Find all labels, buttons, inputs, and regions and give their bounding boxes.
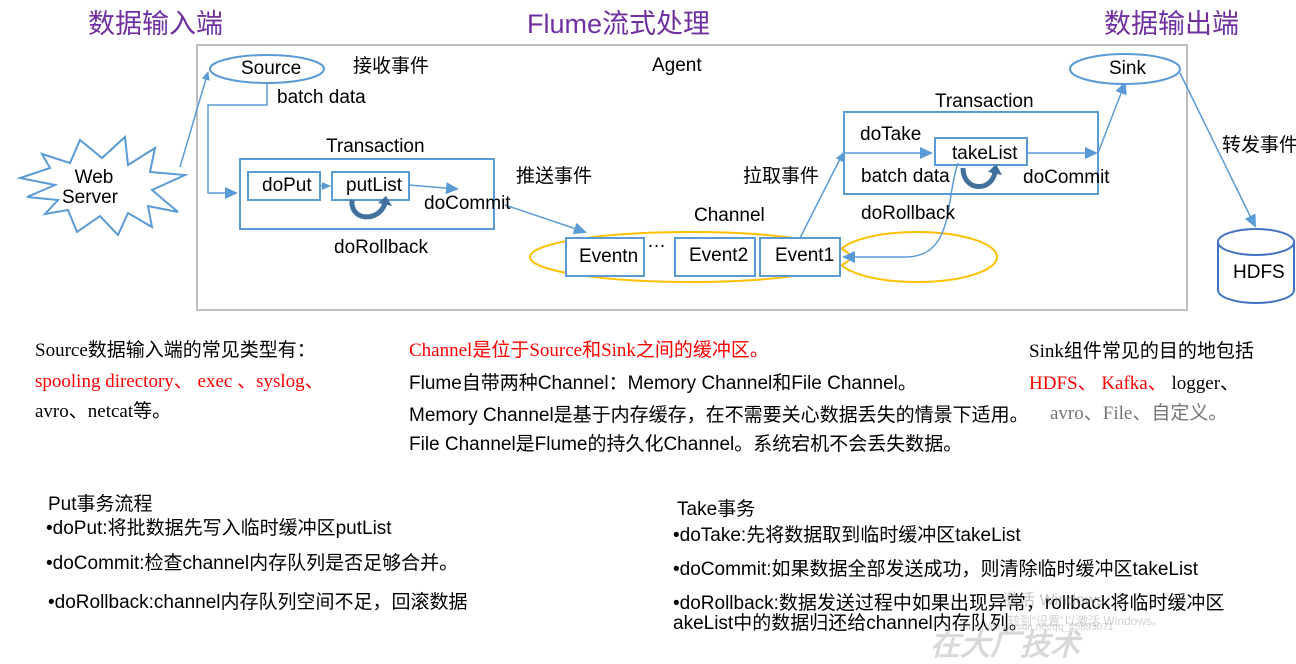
- put-flow-title: Put事务流程: [48, 494, 153, 515]
- take-flow-item: •doTake:先将数据取到临时缓冲区takeList: [673, 525, 1021, 546]
- faded-watermark-text: 在大厂技术: [930, 629, 1080, 662]
- activate-windows-watermark: 激活 Windows: [1003, 592, 1105, 609]
- sink-note-line-1: Sink组件常见的目的地包括: [1029, 341, 1254, 362]
- channel-ellipsis: …: [647, 231, 666, 252]
- agent-label: Agent: [652, 55, 702, 76]
- arrow-take-to-sink: [1097, 81, 1127, 154]
- take-flow-title: Take事务: [677, 499, 756, 520]
- forward-event-label: 转发事件: [1222, 135, 1296, 156]
- put-flow-item: •doPut:将批数据先写入临时缓冲区putList: [46, 518, 392, 539]
- receive-event-label: 接收事件: [353, 56, 430, 77]
- event-1-label: Event1: [775, 245, 835, 266]
- arrow-putlist-to-docommit: [408, 182, 459, 195]
- sink-type-hdfs: HDFS、: [1029, 373, 1097, 394]
- push-event-label: 推送事件: [516, 166, 593, 187]
- source-note-line-3: avro、netcat等。: [35, 401, 172, 422]
- put-transaction-title: Transaction: [326, 136, 425, 157]
- web-server-line-2: Server: [62, 187, 118, 208]
- channel-title: Channel: [694, 205, 765, 226]
- source-note-types-red: spooling directory、 exec 、syslog、: [35, 371, 324, 392]
- hdfs-label: HDFS: [1233, 262, 1285, 283]
- channel-note-line-4: File Channel是Flume的持久化Channel。系统宕机不会丢失数据…: [409, 434, 963, 455]
- take-flow-item: •doCommit:如果数据全部发送成功，则清除临时缓冲区takeList: [673, 559, 1198, 580]
- heading-flume-processing: Flume流式处理: [527, 9, 711, 39]
- source-label: Source: [241, 58, 302, 79]
- flume-diagram: [16, 44, 1295, 311]
- event-n-label: Eventn: [579, 246, 639, 267]
- source-batch-data-label: batch data: [277, 87, 366, 108]
- take-batch-data-label: batch data: [861, 166, 950, 187]
- source-note-line-1: Source数据输入端的常见类型有：: [35, 340, 316, 361]
- do-put-label: doPut: [262, 175, 312, 196]
- heading-data-input: 数据输入端: [88, 9, 223, 39]
- put-flow-item: •doRollback:channel内存队列空间不足，回滚数据: [48, 592, 468, 613]
- web-server-line-1: Web: [74, 167, 114, 188]
- put-list-label: putList: [346, 175, 402, 196]
- web-server-label: Web Server: [62, 167, 118, 208]
- put-do-commit-label: doCommit: [424, 193, 511, 214]
- hdfs-cylinder-top: [1217, 228, 1295, 256]
- channel-note-line-3: Memory Channel是基于内存缓存，在不需要关心数据丢失的情景下适用。: [409, 405, 1029, 426]
- sink-type-kafka: Kafka、: [1101, 373, 1167, 394]
- heading-data-output: 数据输出端: [1104, 9, 1239, 39]
- take-do-rollback-label: doRollback: [861, 203, 955, 224]
- put-flow-item: •doCommit:检查channel内存队列是否足够合并。: [46, 553, 459, 574]
- sink-label: Sink: [1109, 58, 1146, 79]
- do-take-label: doTake: [860, 124, 922, 145]
- put-do-rollback-label: doRollback: [334, 237, 428, 258]
- take-transaction-title: Transaction: [935, 91, 1034, 112]
- take-list-label: takeList: [952, 143, 1018, 164]
- sink-type-logger: logger、: [1171, 373, 1240, 394]
- sink-note-line-3: avro、File、自定义。: [1050, 403, 1228, 424]
- channel-note-line-1: Channel是位于Source和Sink之间的缓冲区。: [409, 340, 769, 361]
- take-do-commit-label: doCommit: [1023, 167, 1110, 188]
- event-2-label: Event2: [689, 245, 749, 266]
- arrow-commit-to-channel: [504, 204, 587, 235]
- sink-note-line-2: HDFS、 Kafka、 logger、: [1029, 368, 1239, 395]
- arrow-web-to-source: [179, 71, 210, 168]
- channel-note-line-2: Flume自带两种Channel：Memory Channel和File Cha…: [409, 373, 917, 394]
- pull-event-label: 拉取事件: [743, 166, 820, 187]
- connector-source-to-transaction: [207, 83, 268, 199]
